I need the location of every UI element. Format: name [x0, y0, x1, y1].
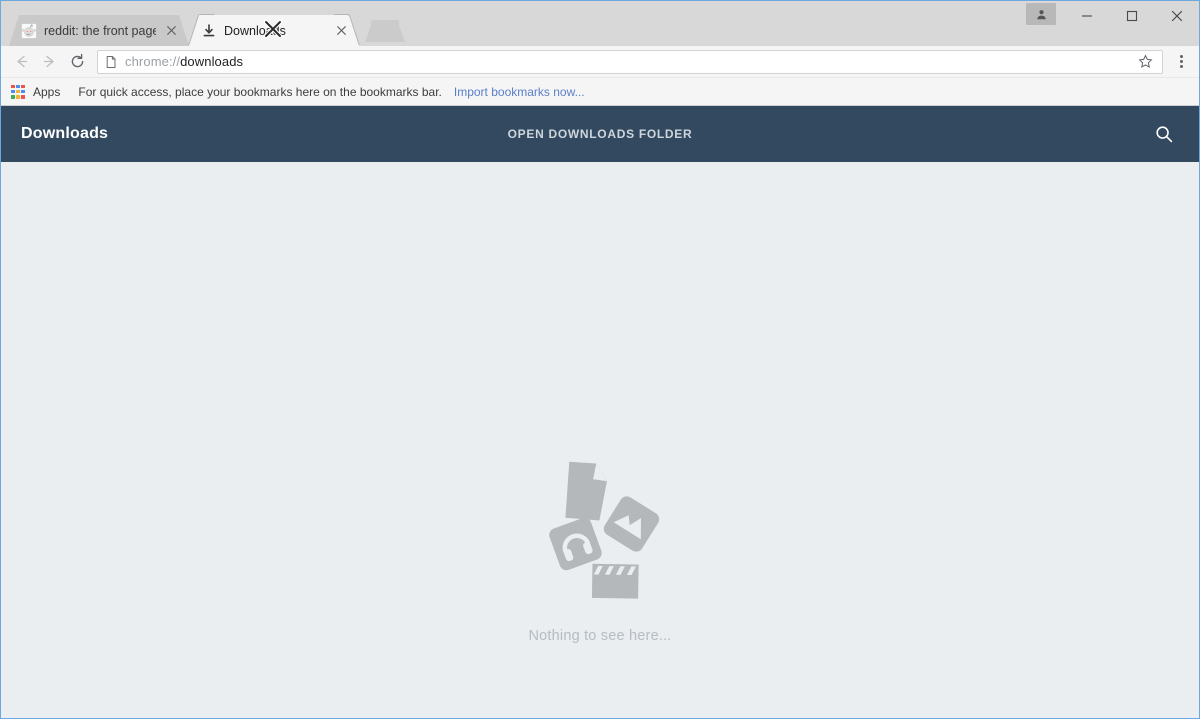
tab-strip: reddit: the front page of Downloads [1, 1, 1199, 46]
apps-grid-cell [11, 90, 15, 94]
apps-grid-cell [16, 85, 20, 89]
downloads-header: Downloads OPEN DOWNLOADS FOLDER [1, 106, 1199, 162]
url-scheme: chrome:// [125, 55, 180, 69]
document-icon [561, 460, 609, 523]
bookmarks-bar: Apps For quick access, place your bookma… [1, 78, 1199, 106]
apps-grid-cell [21, 85, 25, 89]
menu-dot [1180, 65, 1183, 68]
url-text: chrome://downloads [125, 55, 1127, 69]
forward-arrow-icon[interactable] [35, 48, 63, 76]
tab-close-button[interactable] [163, 23, 179, 39]
apps-grid-cell [16, 95, 20, 99]
reload-icon[interactable] [63, 48, 91, 76]
apps-label[interactable]: Apps [33, 85, 60, 99]
empty-state: Nothing to see here... [528, 456, 671, 644]
downloads-page: Downloads OPEN DOWNLOADS FOLDER [1, 106, 1199, 718]
url-path: downloads [180, 55, 243, 69]
apps-grid-cell [21, 90, 25, 94]
page-info-icon[interactable] [104, 55, 118, 69]
bookmarks-hint-text: For quick access, place your bookmarks h… [78, 85, 442, 99]
three-dot-menu-icon[interactable] [1169, 48, 1193, 76]
profile-avatar-button[interactable] [1026, 3, 1056, 25]
browser-tab-downloads[interactable]: Downloads [189, 15, 359, 46]
tab-title: Downloads [224, 23, 326, 39]
open-downloads-folder-button[interactable]: OPEN DOWNLOADS FOLDER [508, 127, 693, 141]
empty-state-message: Nothing to see here... [528, 628, 671, 644]
browser-window: reddit: the front page of Downloads [0, 0, 1200, 719]
apps-grid-cell [11, 85, 15, 89]
browser-toolbar: chrome://downloads [1, 46, 1199, 78]
empty-state-illustration [535, 456, 665, 606]
minimize-button[interactable] [1064, 1, 1109, 31]
star-icon[interactable] [1134, 51, 1156, 73]
back-arrow-icon[interactable] [7, 48, 35, 76]
menu-dot [1180, 55, 1183, 58]
browser-tab-reddit[interactable]: reddit: the front page of [9, 15, 189, 46]
window-caption-controls [1026, 1, 1199, 31]
apps-grid-icon[interactable] [11, 85, 25, 99]
image-icon [601, 494, 662, 555]
apps-grid-cell [16, 90, 20, 94]
tab-title: reddit: the front page of [44, 23, 156, 39]
film-clapperboard-icon [588, 560, 641, 603]
maximize-button[interactable] [1109, 1, 1154, 31]
downloads-list-area: Nothing to see here... [1, 162, 1199, 718]
address-bar[interactable]: chrome://downloads [97, 50, 1163, 74]
new-tab-button[interactable] [365, 20, 405, 42]
tab-close-button[interactable] [333, 23, 349, 39]
page-title: Downloads [21, 125, 108, 143]
apps-grid-cell [11, 95, 15, 99]
download-icon [201, 23, 217, 39]
import-bookmarks-link[interactable]: Import bookmarks now... [454, 85, 585, 99]
menu-dot [1180, 60, 1183, 63]
reddit-icon [21, 23, 37, 39]
search-icon[interactable] [1151, 121, 1177, 147]
headphones-icon [547, 516, 603, 572]
apps-grid-cell [21, 95, 25, 99]
close-button[interactable] [1154, 1, 1199, 31]
